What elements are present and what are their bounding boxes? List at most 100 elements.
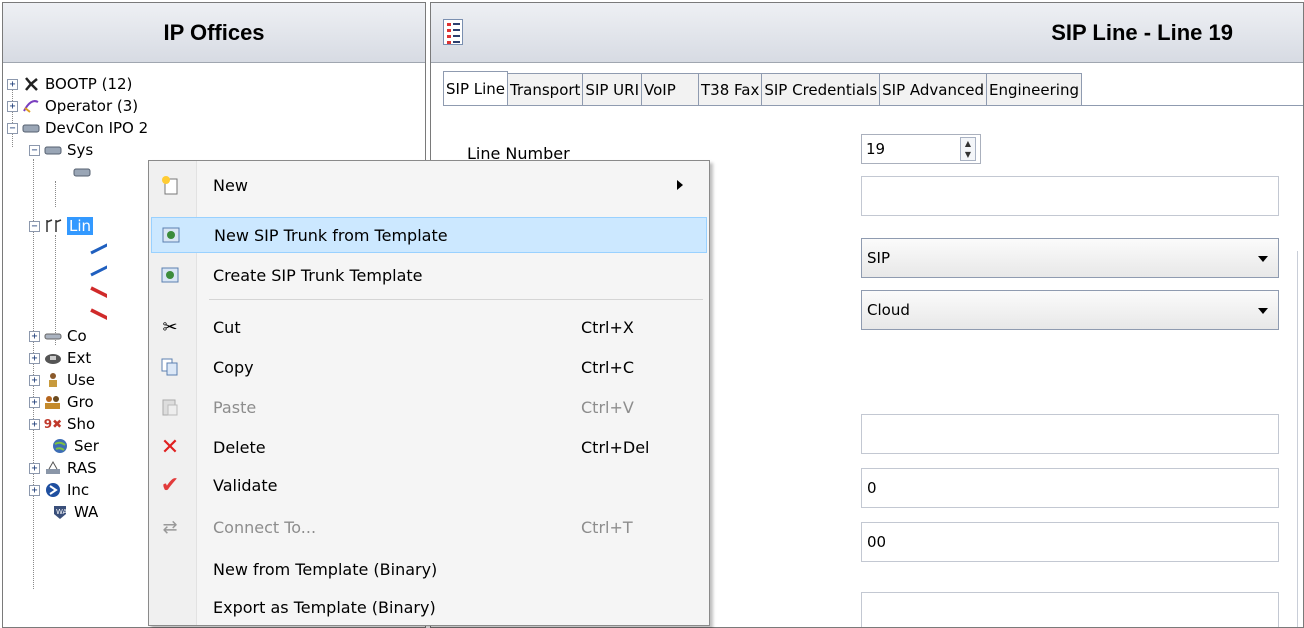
menu-item-delete[interactable]: ✕ Delete Ctrl+Del <box>151 429 707 465</box>
line-number-value: 19 <box>866 140 886 158</box>
tree-item-line-child[interactable] <box>89 281 112 303</box>
tree-label: Ser <box>74 437 99 455</box>
tree-item-system[interactable]: − Sys <box>29 139 93 161</box>
user-icon <box>44 372 62 388</box>
menu-item-connect-to[interactable]: ⇄ Connect To... Ctrl+T <box>151 509 707 545</box>
tree-connector <box>55 181 56 207</box>
tab-sip-advanced[interactable]: SIP Advanced <box>879 73 987 105</box>
tree-label: Sys <box>67 141 94 159</box>
expand-icon[interactable]: + <box>29 462 40 474</box>
page-title: SIP Line - Line 19 <box>1051 20 1233 45</box>
system-icon <box>44 142 62 158</box>
spin-down-icon[interactable]: ▼ <box>961 149 975 160</box>
sip-line-header: SIP Line - Line 19 <box>431 3 1303 63</box>
text-field[interactable] <box>861 592 1279 627</box>
tab-engineering[interactable]: Engineering <box>986 73 1082 105</box>
expand-icon[interactable]: + <box>29 330 40 342</box>
text-field[interactable]: 0 <box>861 468 1279 508</box>
group-icon <box>44 394 62 410</box>
menu-item-export-as-template-binary[interactable]: Export as Template (Binary) <box>151 589 707 625</box>
menu-item-cut[interactable]: ✂ Cut Ctrl+X <box>151 309 707 345</box>
tab-sip-credentials[interactable]: SIP Credentials <box>761 73 881 105</box>
menu-item-new-from-template-binary[interactable]: New from Template (Binary) <box>151 551 707 587</box>
tree-item-system-child[interactable] <box>73 161 96 183</box>
expand-icon[interactable]: + <box>29 484 40 496</box>
group-box-edge <box>1297 251 1303 451</box>
tab-transport[interactable]: Transport <box>507 73 584 105</box>
tab-bar: SIP Line Transport SIP URI VoIP T38 Fax … <box>443 71 1082 105</box>
expand-icon[interactable]: + <box>29 396 40 408</box>
menu-item-paste[interactable]: Paste Ctrl+V <box>151 389 707 425</box>
tree-item-operator[interactable]: + Operator (3) <box>7 95 138 117</box>
line-number-spinner[interactable]: 19 ▲ ▼ <box>861 134 981 164</box>
tree-item-user[interactable]: + Use <box>29 369 95 391</box>
sip-template-icon <box>159 264 181 286</box>
spinner-buttons[interactable]: ▲ ▼ <box>960 137 976 161</box>
ip-offices-title: IP Offices <box>163 19 265 45</box>
tree-item-incoming-call-route[interactable]: + Inc <box>29 479 89 501</box>
tree-label: WA <box>74 503 99 521</box>
expand-icon[interactable]: + <box>29 352 40 364</box>
bootp-icon <box>22 76 40 92</box>
tab-voip[interactable]: VoIP <box>641 73 700 105</box>
select-dropdown[interactable]: SIP <box>861 238 1279 278</box>
expand-icon[interactable]: + <box>7 78 18 90</box>
scissors-icon: ✂ <box>162 316 178 338</box>
menu-separator <box>209 299 703 300</box>
checkmark-icon: ✔ <box>160 472 180 498</box>
tree-item-bootp[interactable]: + BOOTP (12) <box>7 73 132 95</box>
incoming-route-icon <box>44 482 62 498</box>
text-field[interactable]: 00 <box>861 522 1279 562</box>
tree-item-extension[interactable]: + Ext <box>29 347 91 369</box>
menu-item-create-sip-trunk-template[interactable]: Create SIP Trunk Template <box>151 257 707 293</box>
tree-item-line-child[interactable] <box>89 303 112 325</box>
tab-sip-line[interactable]: SIP Line <box>443 71 509 105</box>
tree-item-control-unit[interactable]: + Co <box>29 325 87 347</box>
expand-icon[interactable]: + <box>29 418 40 430</box>
collapse-icon[interactable]: − <box>29 220 40 232</box>
globe-icon <box>51 438 69 454</box>
text-field[interactable] <box>861 176 1279 216</box>
system-unit-icon <box>73 164 91 180</box>
tree-label: DevCon IPO 2 <box>45 119 149 137</box>
control-unit-icon <box>44 328 62 344</box>
tree-label: Use <box>67 371 96 389</box>
red-line-icon <box>89 284 107 300</box>
list-view-icon[interactable] <box>443 19 463 45</box>
dropdown-arrow-icon[interactable] <box>1258 256 1268 262</box>
tab-sip-uri[interactable]: SIP URI <box>582 73 643 105</box>
expand-icon[interactable]: + <box>29 374 40 386</box>
tree-item-short-code[interactable]: + 9✖ Sho <box>29 413 95 435</box>
submenu-arrow-icon <box>677 180 683 190</box>
tree-item-devcon-ipo2[interactable]: − DevCon IPO 2 <box>7 117 148 139</box>
tree-item-line[interactable]: − Lin <box>29 215 94 237</box>
select-dropdown[interactable]: Cloud <box>861 290 1279 330</box>
menu-item-copy[interactable]: Copy Ctrl+C <box>151 349 707 385</box>
collapse-icon[interactable]: − <box>29 144 40 156</box>
copy-icon <box>159 356 181 378</box>
tab-t38-fax[interactable]: T38 Fax <box>698 73 763 105</box>
tree-label: RAS <box>67 459 97 477</box>
expand-icon[interactable]: + <box>7 100 18 112</box>
tree-label: Gro <box>67 393 94 411</box>
menu-item-new[interactable]: New <box>151 167 707 203</box>
tree-label: Ext <box>67 349 92 367</box>
dropdown-arrow-icon[interactable] <box>1258 308 1268 314</box>
menu-item-validate[interactable]: ✔ Validate <box>151 467 707 503</box>
menu-item-new-sip-trunk-from-template[interactable]: New SIP Trunk from Template <box>151 217 707 253</box>
collapse-icon[interactable]: − <box>7 122 18 134</box>
tree-item-line-child[interactable] <box>89 237 112 259</box>
tree-label: BOOTP (12) <box>45 75 133 93</box>
tree-label: Inc <box>67 481 90 499</box>
context-menu: New New SIP Trunk from Template Create S… <box>148 160 710 626</box>
tree-item-line-child[interactable] <box>89 259 112 281</box>
ras-icon <box>44 460 62 476</box>
tree-item-service[interactable]: Ser <box>51 435 99 457</box>
tree-item-wan[interactable]: WA WA <box>51 501 98 523</box>
spin-up-icon[interactable]: ▲ <box>961 138 975 149</box>
tree-item-group[interactable]: + Gro <box>29 391 94 413</box>
text-field[interactable] <box>861 414 1279 454</box>
paste-icon <box>159 396 181 418</box>
tree-item-ras[interactable]: + RAS <box>29 457 97 479</box>
new-file-icon <box>159 174 181 196</box>
